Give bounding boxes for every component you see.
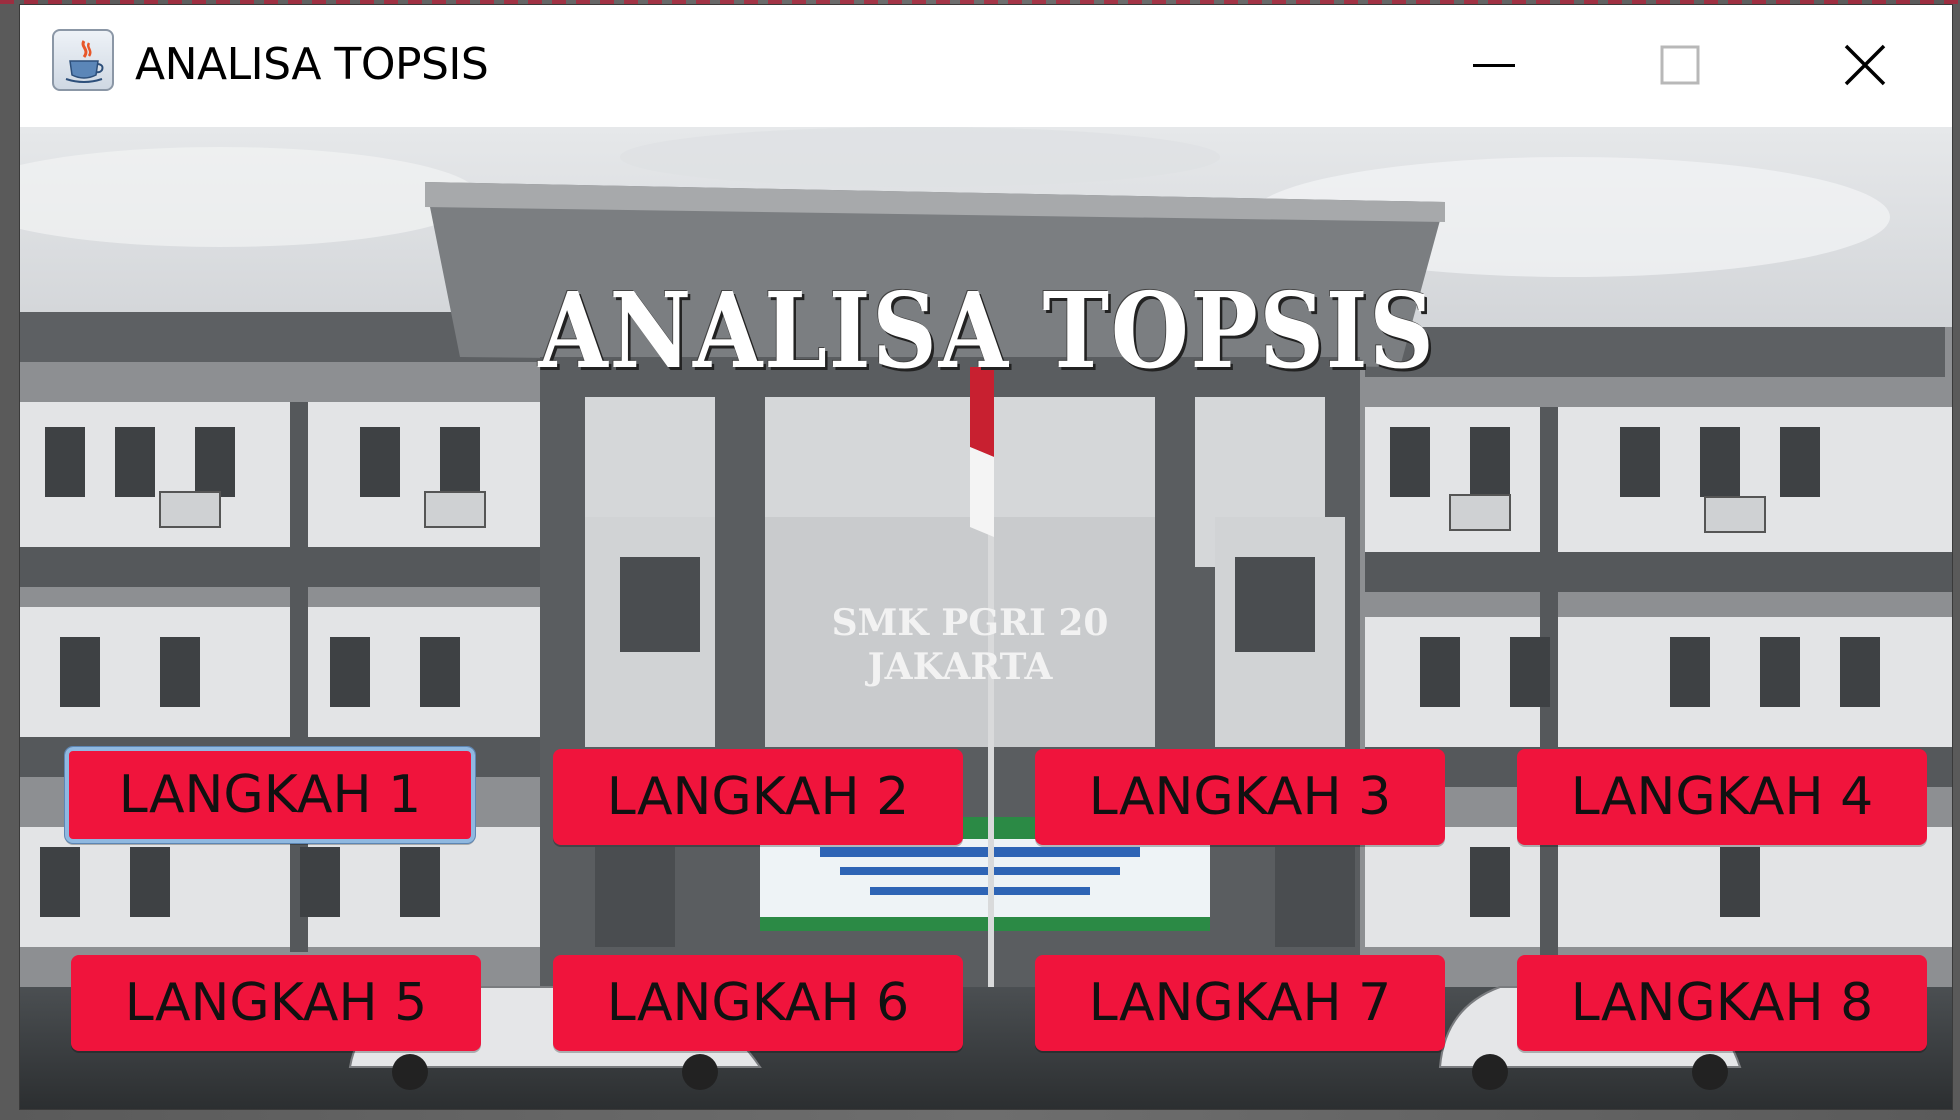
minimize-button[interactable] <box>1435 25 1555 105</box>
title-bar[interactable]: ANALISA TOPSIS <box>20 5 1952 127</box>
button-label: LANGKAH 4 <box>1570 767 1874 827</box>
button-label: LANGKAH 6 <box>606 973 910 1033</box>
langkah-2-button[interactable]: LANGKAH 2 <box>553 749 963 845</box>
langkah-5-button[interactable]: LANGKAH 5 <box>71 955 481 1051</box>
langkah-4-button[interactable]: LANGKAH 4 <box>1517 749 1927 845</box>
button-label: LANGKAH 3 <box>1088 767 1392 827</box>
building-sign-text: SMK PGRI 20 <box>832 602 1109 644</box>
app-window: ANALISA TOPSIS SMK PGRI 20 JAKARTA ANALI… <box>19 4 1953 1110</box>
minimize-icon <box>1473 64 1515 67</box>
button-label: LANGKAH 1 <box>118 765 422 825</box>
langkah-1-button[interactable]: LANGKAH 1 <box>64 746 476 844</box>
button-label: LANGKAH 7 <box>1088 973 1392 1033</box>
button-label: LANGKAH 8 <box>1570 973 1874 1033</box>
langkah-7-button[interactable]: LANGKAH 7 <box>1035 955 1445 1051</box>
langkah-3-button[interactable]: LANGKAH 3 <box>1035 749 1445 845</box>
building-sign-text: JAKARTA <box>865 646 1054 688</box>
maximize-icon <box>1660 45 1700 85</box>
close-icon <box>1844 44 1886 86</box>
page-heading: ANALISA TOPSIS <box>155 269 1818 392</box>
langkah-6-button[interactable]: LANGKAH 6 <box>553 955 963 1051</box>
main-panel: SMK PGRI 20 JAKARTA ANALISA TOPSIS LANGK… <box>20 127 1952 1109</box>
page-heading-text: ANALISA TOPSIS <box>538 269 1436 392</box>
langkah-8-button[interactable]: LANGKAH 8 <box>1517 955 1927 1051</box>
close-button[interactable] <box>1805 25 1925 105</box>
java-cup-icon <box>52 29 114 91</box>
maximize-button[interactable] <box>1620 25 1740 105</box>
window-title: ANALISA TOPSIS <box>135 39 489 90</box>
button-label: LANGKAH 2 <box>606 767 910 827</box>
button-label: LANGKAH 5 <box>124 973 428 1033</box>
